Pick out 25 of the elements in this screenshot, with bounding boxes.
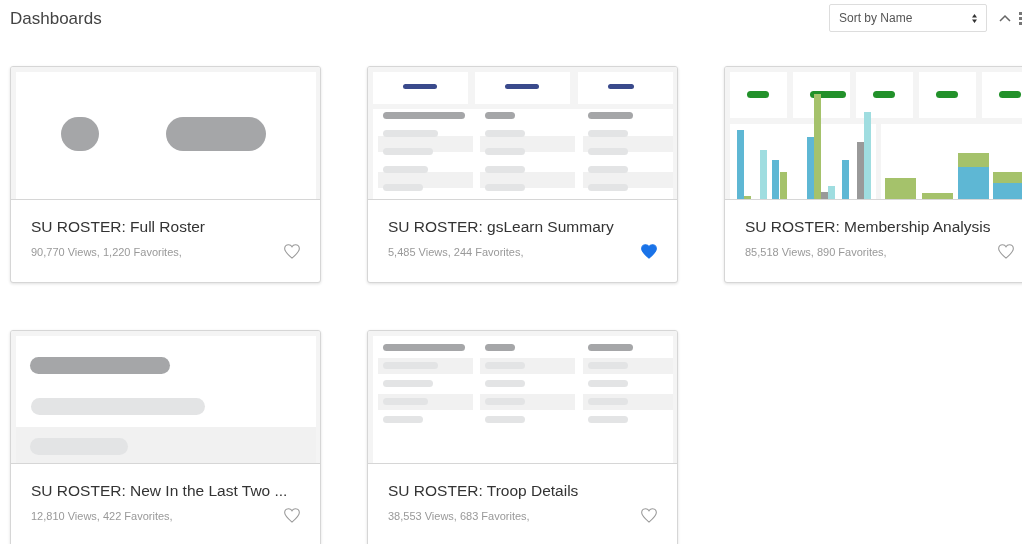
dashboard-stats: 5,485 Views, 244 Favorites, [388,245,524,258]
dashboard-stats: 85,518 Views, 890 Favorites, [745,245,887,258]
heart-icon[interactable] [284,244,300,259]
heart-icon[interactable] [641,244,657,259]
dashboard-card[interactable]: SU ROSTER: New In the Last Two ... 12,810 Views, 422 Favorites, [10,330,321,544]
sort-select[interactable]: Sort by Name [829,4,987,32]
dashboard-title: SU ROSTER: Full Roster [31,218,206,236]
dashboard-stats: 38,553 Views, 683 Favorites, [388,509,530,522]
dashboard-stats: 90,770 Views, 1,220 Favorites, [31,245,182,258]
heart-icon[interactable] [998,244,1014,259]
chevron-up-icon[interactable] [999,14,1011,22]
dashboard-card[interactable]: SU ROSTER: Membership Analysis 85,518 Views, 890 Favorites, [724,66,1022,283]
dashboard-title: SU ROSTER: New In the Last Two ... [31,482,289,500]
updown-caret-icon [972,13,977,23]
dashboard-card[interactable]: SU ROSTER: gsLearn Summary 5,485 Views, 244 Favorites, [367,66,678,283]
heart-icon[interactable] [284,508,300,523]
dashboard-stats: 12,810 Views, 422 Favorites, [31,509,173,522]
dashboard-title: SU ROSTER: Troop Details [388,482,580,500]
dashboard-card[interactable]: SU ROSTER: Full Roster 90,770 Views, 1,220 Favorites, [10,66,321,283]
more-icon[interactable] [1019,11,1022,25]
dashboard-title: SU ROSTER: Membership Analysis [745,218,992,236]
dashboard-card[interactable]: SU ROSTER: Troop Details 38,553 Views, 683 Favorites, [367,330,678,544]
page-title: Dashboards [10,8,103,29]
heart-icon[interactable] [641,508,657,523]
dashboard-title: SU ROSTER: gsLearn Summary [388,218,615,236]
